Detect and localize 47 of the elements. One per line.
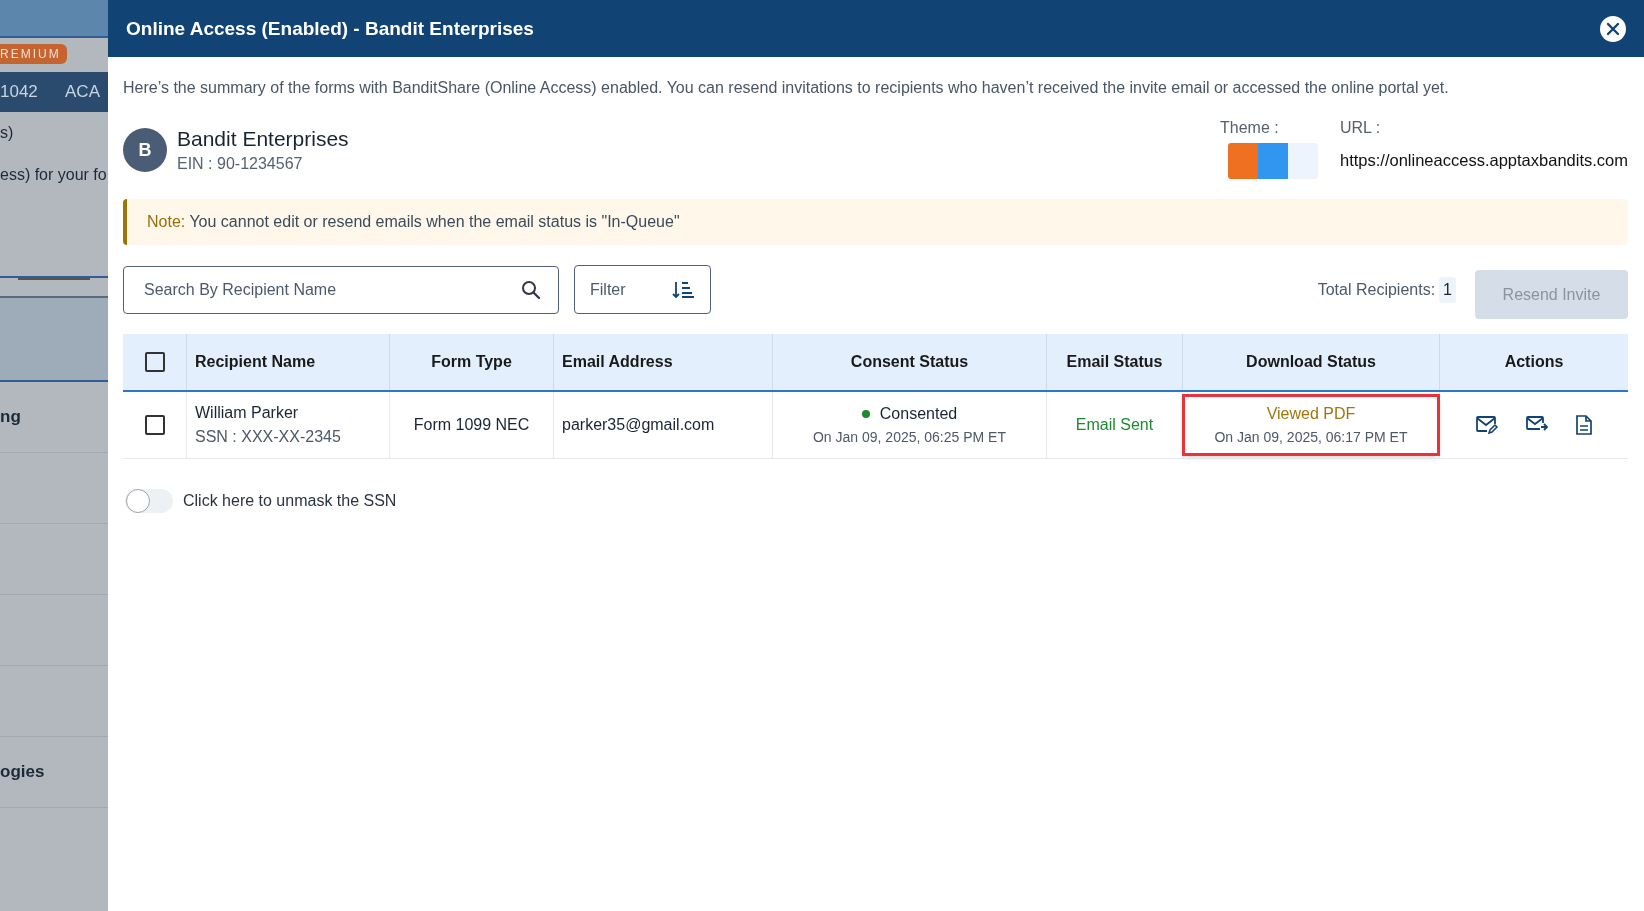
total-recipients-count: 1	[1439, 276, 1456, 303]
company-avatar: B	[123, 128, 167, 172]
column-header: Download Status	[1182, 334, 1440, 391]
filter-button[interactable]: Filter	[574, 265, 711, 314]
sort-icon	[672, 279, 696, 300]
download-status: Viewed PDF	[1265, 405, 1357, 423]
column-header: Consent Status	[772, 334, 1047, 391]
description-text: Here’s the summary of the forms with BanditShare (Online Access) enabled. You can resend invitations to recipients who haven’t received the invite email or accessed the online portal yet.	[123, 79, 1450, 97]
modal-title: Online Access (Enabled) - Bandit Enterprises	[126, 17, 534, 40]
search-field[interactable]: Search By Recipient Name	[123, 265, 559, 314]
background-text: ess) for your fo	[0, 165, 108, 185]
column-header: Recipient Name	[186, 334, 390, 391]
ein-text: EIN : 90-1234567	[177, 155, 304, 173]
envelope-pencil-icon	[1475, 414, 1499, 436]
theme-label: Theme :	[1220, 119, 1280, 137]
column-header: Actions	[1439, 334, 1628, 391]
form-type: Form 1099 NEC	[413, 416, 530, 433]
email-status: Email Sent	[1075, 416, 1154, 433]
recipient-name: William Parker	[195, 404, 300, 422]
unmask-toggle-label: Click here to unmask the SSN	[183, 492, 397, 510]
background-text: s)	[0, 123, 15, 143]
column-header: Email Status	[1046, 334, 1183, 391]
ssn-text: SSN : XXX-XX-2345	[195, 428, 342, 446]
column-header: Form Type	[389, 334, 554, 391]
note-text: Note: You cannot edit or resend emails when the email status is "In-Queue"	[147, 213, 680, 231]
close-button[interactable]	[1600, 15, 1626, 42]
search-icon	[521, 279, 541, 300]
company-name: Bandit Enterprises	[177, 127, 349, 151]
edit-email-button[interactable]	[1475, 414, 1499, 436]
select-all-checkbox[interactable]	[144, 352, 165, 372]
url-label: URL :	[1340, 119, 1382, 137]
unmask-toggle[interactable]	[125, 489, 173, 513]
download-date: On Jan 09, 2025, 06:17 PM ET	[1213, 429, 1409, 445]
url-text: https://onlineaccess.apptaxbandits.com	[1340, 151, 1628, 170]
total-recipients-label: Total Recipients:	[1317, 280, 1436, 299]
column-header: Email Address	[553, 334, 773, 391]
background-tab-label: ACA	[65, 82, 100, 102]
document-icon	[1575, 414, 1593, 436]
background-tab-label: 1042	[0, 82, 38, 102]
view-form-button[interactable]	[1575, 414, 1593, 436]
email-address: parker35@gmail.com	[562, 416, 715, 433]
close-icon	[1606, 21, 1620, 36]
row-checkbox[interactable]	[144, 415, 165, 435]
consent-status: Consented	[879, 405, 958, 423]
plan-badge: REMIUM	[0, 44, 67, 64]
consent-date: On Jan 09, 2025, 06:25 PM ET	[812, 429, 1007, 445]
status-dot-icon	[861, 410, 870, 418]
